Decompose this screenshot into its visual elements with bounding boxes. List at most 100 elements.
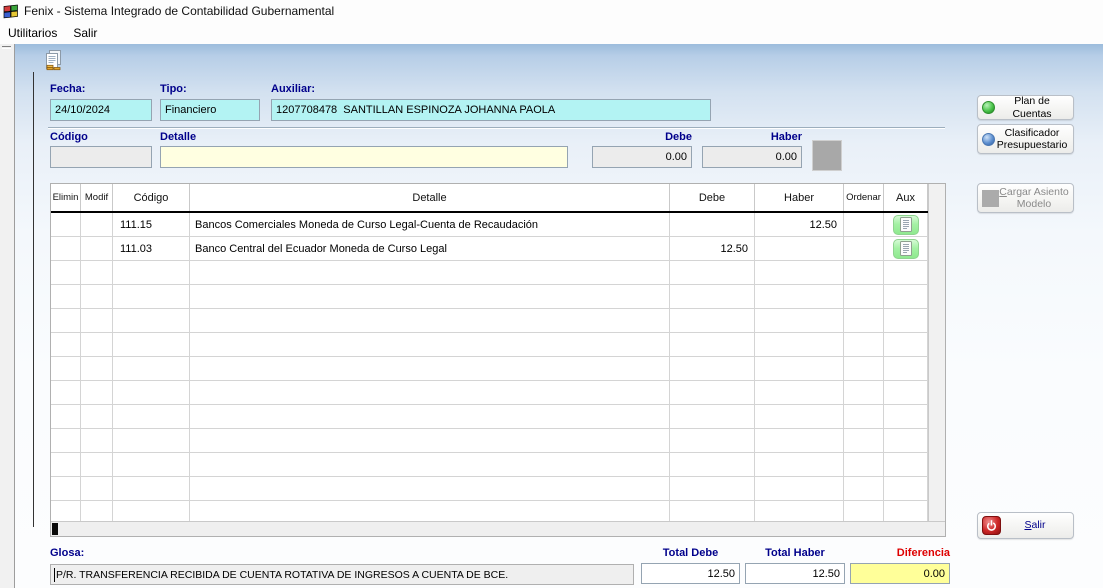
- table-row-empty: [51, 333, 928, 357]
- cell-ordenar: [844, 237, 884, 261]
- cell-debe: [670, 501, 755, 521]
- cell-haber: [755, 357, 844, 381]
- clasificador-label: Clasificador Presupuestario: [995, 127, 1069, 151]
- cell-elimin: [51, 405, 81, 429]
- cell-debe: [670, 309, 755, 333]
- header-detalle: Detalle: [190, 184, 670, 211]
- haber-input[interactable]: [702, 146, 802, 168]
- total-haber-field: [745, 563, 845, 584]
- cell-modif: [81, 501, 113, 521]
- cell-ordenar: [844, 213, 884, 237]
- cell-aux: [884, 333, 928, 357]
- cell-aux: [884, 501, 928, 521]
- cell-detalle: [190, 381, 670, 405]
- table-row-empty: [51, 357, 928, 381]
- cell-codigo: [113, 405, 190, 429]
- total-debe-label: Total Debe: [641, 547, 740, 559]
- entries-table: Elimin Modif Código Detalle Debe Haber O…: [50, 183, 946, 537]
- cell-elimin: [51, 285, 81, 309]
- plan-de-cuentas-button[interactable]: Plan de Cuentas: [977, 95, 1074, 120]
- document-icon: [900, 241, 912, 256]
- cell-haber: [755, 405, 844, 429]
- cargar-asiento-label: Cargar Asiento Modelo: [999, 186, 1069, 210]
- cargar-asiento-modelo-button[interactable]: Cargar Asiento Modelo: [977, 183, 1074, 213]
- cell-debe: [670, 261, 755, 285]
- aux-button[interactable]: [893, 239, 919, 259]
- menu-utilitarios[interactable]: Utilitarios: [0, 23, 65, 43]
- cell-codigo: [113, 501, 190, 521]
- debe-input[interactable]: [592, 146, 692, 168]
- left-rail: [0, 44, 15, 588]
- text-caret: [54, 568, 55, 582]
- clasificador-presupuestario-button[interactable]: Clasificador Presupuestario: [977, 124, 1074, 154]
- glosa-input[interactable]: P/R. TRANSFERENCIA RECIBIDA DE CUENTA RO…: [50, 564, 634, 585]
- auxiliar-input[interactable]: [271, 99, 711, 121]
- cell-ordenar: [844, 381, 884, 405]
- cell-detalle: [190, 309, 670, 333]
- splitter-handle[interactable]: [2, 46, 11, 49]
- salir-button[interactable]: Salir: [977, 512, 1074, 539]
- horizontal-scrollbar[interactable]: [51, 521, 945, 536]
- header-aux: Aux: [884, 184, 928, 211]
- cell-modif: [81, 477, 113, 501]
- haber-label: Haber: [702, 131, 802, 143]
- table-row[interactable]: 111.15Bancos Comerciales Moneda de Curso…: [51, 213, 928, 237]
- cell-haber: 12.50: [755, 213, 844, 237]
- cell-codigo: [113, 309, 190, 333]
- cell-codigo: [113, 333, 190, 357]
- cell-codigo: [113, 453, 190, 477]
- tipo-input[interactable]: [160, 99, 260, 121]
- power-icon: [982, 516, 1001, 535]
- codigo-input[interactable]: [50, 146, 152, 168]
- auxiliar-label: Auxiliar:: [271, 83, 315, 95]
- detalle-label: Detalle: [160, 131, 196, 143]
- cell-detalle: [190, 453, 670, 477]
- app-icon: [3, 4, 19, 19]
- cell-codigo: [113, 357, 190, 381]
- cell-elimin: [51, 237, 81, 261]
- cell-haber: [755, 309, 844, 333]
- cell-ordenar: [844, 357, 884, 381]
- main-area: Fecha: Tipo: Auxiliar: Código Detalle De…: [15, 44, 1103, 588]
- cell-ordenar: [844, 309, 884, 333]
- blank-action-button[interactable]: [812, 140, 842, 171]
- table-row[interactable]: 111.03Banco Central del Ecuador Moneda d…: [51, 237, 928, 261]
- glosa-value: P/R. TRANSFERENCIA RECIBIDA DE CUENTA RO…: [56, 569, 508, 581]
- cell-elimin: [51, 309, 81, 333]
- new-entry-icon[interactable]: [42, 49, 64, 73]
- cell-haber: [755, 453, 844, 477]
- codigo-label: Código: [50, 131, 88, 143]
- menu-salir[interactable]: Salir: [65, 23, 105, 43]
- cell-detalle: [190, 285, 670, 309]
- app-window: Fenix - Sistema Integrado de Contabilida…: [0, 0, 1103, 588]
- cell-detalle: [190, 429, 670, 453]
- cell-detalle: [190, 333, 670, 357]
- cell-modif: [81, 453, 113, 477]
- cell-aux: [884, 261, 928, 285]
- detalle-input[interactable]: [160, 146, 568, 168]
- cell-codigo: 111.15: [113, 213, 190, 237]
- green-sphere-icon: [982, 101, 995, 114]
- cell-detalle: Banco Central del Ecuador Moneda de Curs…: [190, 237, 670, 261]
- cell-ordenar: [844, 477, 884, 501]
- panel-left-edge: [33, 72, 34, 527]
- cell-elimin: [51, 453, 81, 477]
- table-row-empty: [51, 405, 928, 429]
- cell-elimin: [51, 213, 81, 237]
- horizontal-scrollbar-thumb[interactable]: [52, 523, 58, 535]
- table-row-empty: [51, 429, 928, 453]
- total-haber-label: Total Haber: [745, 547, 845, 559]
- blue-sphere-icon: [982, 133, 995, 146]
- cell-aux: [884, 429, 928, 453]
- header-modif: Modif: [81, 184, 113, 211]
- table-row-empty: [51, 453, 928, 477]
- cell-modif: [81, 309, 113, 333]
- fecha-input[interactable]: [50, 99, 152, 121]
- diferencia-label: Diferencia: [850, 547, 950, 559]
- cell-haber: [755, 429, 844, 453]
- cell-ordenar: [844, 405, 884, 429]
- cell-aux: [884, 237, 928, 261]
- vertical-scrollbar[interactable]: [928, 184, 945, 521]
- debe-label: Debe: [592, 131, 692, 143]
- aux-button[interactable]: [893, 215, 919, 235]
